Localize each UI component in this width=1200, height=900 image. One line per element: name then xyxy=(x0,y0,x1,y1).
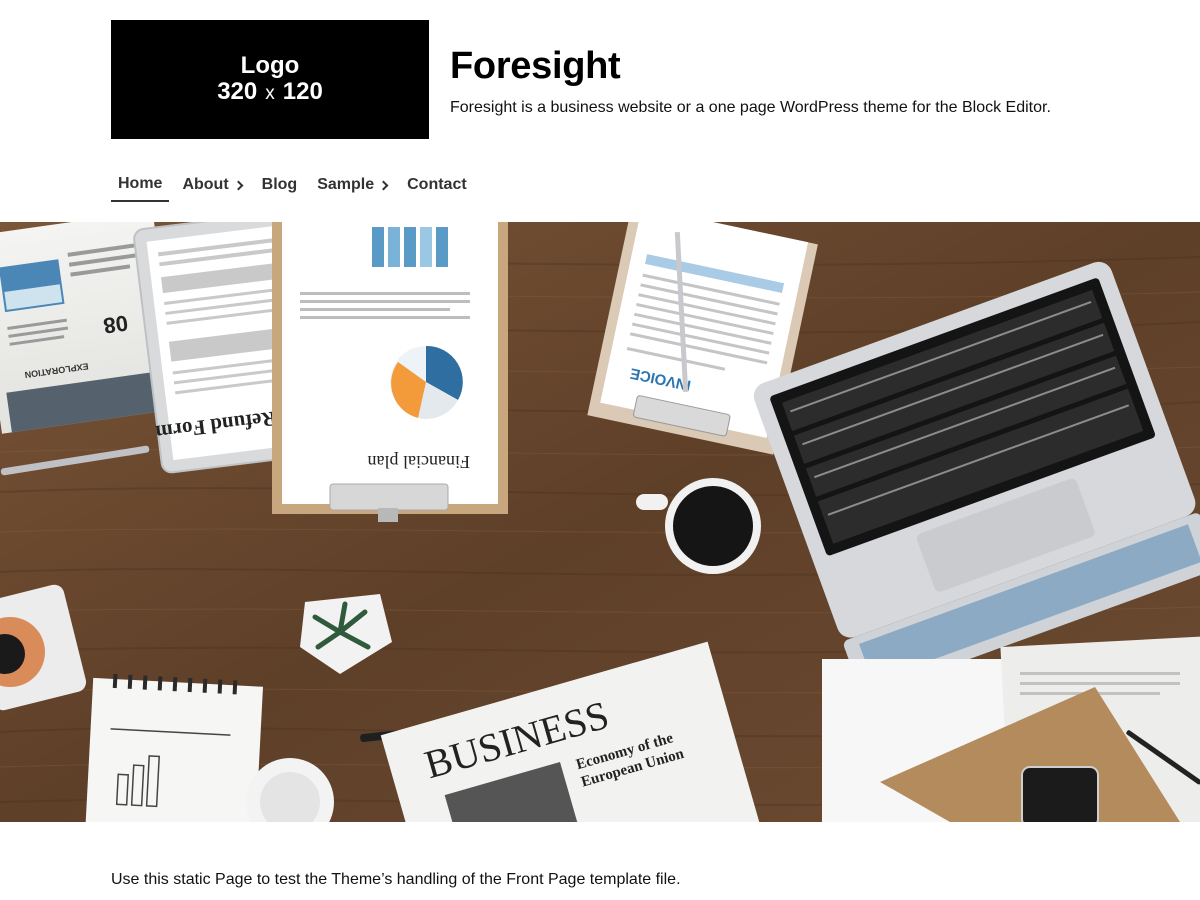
nav-item-contact[interactable]: Contact xyxy=(400,170,474,200)
site-header: Logo 320 x 120 Foresight Foresight is a bu… xyxy=(111,20,1111,140)
nav-item-blog[interactable]: Blog xyxy=(255,170,305,200)
desk-scene-illustration: 08 EXPLORATION Tax Refund Form Financial… xyxy=(0,222,1200,822)
logo-times-label: x xyxy=(265,82,275,104)
nav-item-label: Contact xyxy=(407,176,467,193)
logo-label: Logo xyxy=(240,51,300,79)
nav-item-label: Blog xyxy=(261,176,298,193)
intro-paragraph: Use this static Page to test the Theme’s… xyxy=(111,871,681,888)
site-tagline: Foresight is a business website or a one… xyxy=(450,99,1051,116)
site-title[interactable]: Foresight xyxy=(450,44,621,88)
logo-height-label: 120 xyxy=(282,77,323,105)
nav-item-label: Sample xyxy=(317,176,375,193)
nav-item-home[interactable]: Home xyxy=(111,170,170,202)
hero-image: 08 EXPLORATION Tax Refund Form Financial… xyxy=(0,222,1200,822)
chevron-right-icon[interactable] xyxy=(233,180,244,191)
logo-dimensions: 320 x 120 xyxy=(217,77,323,107)
nav-item-label: Home xyxy=(118,175,163,192)
nav-item-label: About xyxy=(182,176,229,193)
svg-text:08: 08 xyxy=(102,310,130,338)
nav-item-sample[interactable]: Sample xyxy=(310,170,394,200)
nav-item-about[interactable]: About xyxy=(175,170,248,200)
chevron-right-icon[interactable] xyxy=(378,180,389,191)
primary-navigation: Home About Blog Sample Contact xyxy=(111,170,480,202)
logo-width-label: 320 xyxy=(217,77,258,105)
site-logo[interactable]: Logo 320 x 120 xyxy=(111,20,429,139)
financial-plan-title: Financial plan xyxy=(368,452,470,472)
